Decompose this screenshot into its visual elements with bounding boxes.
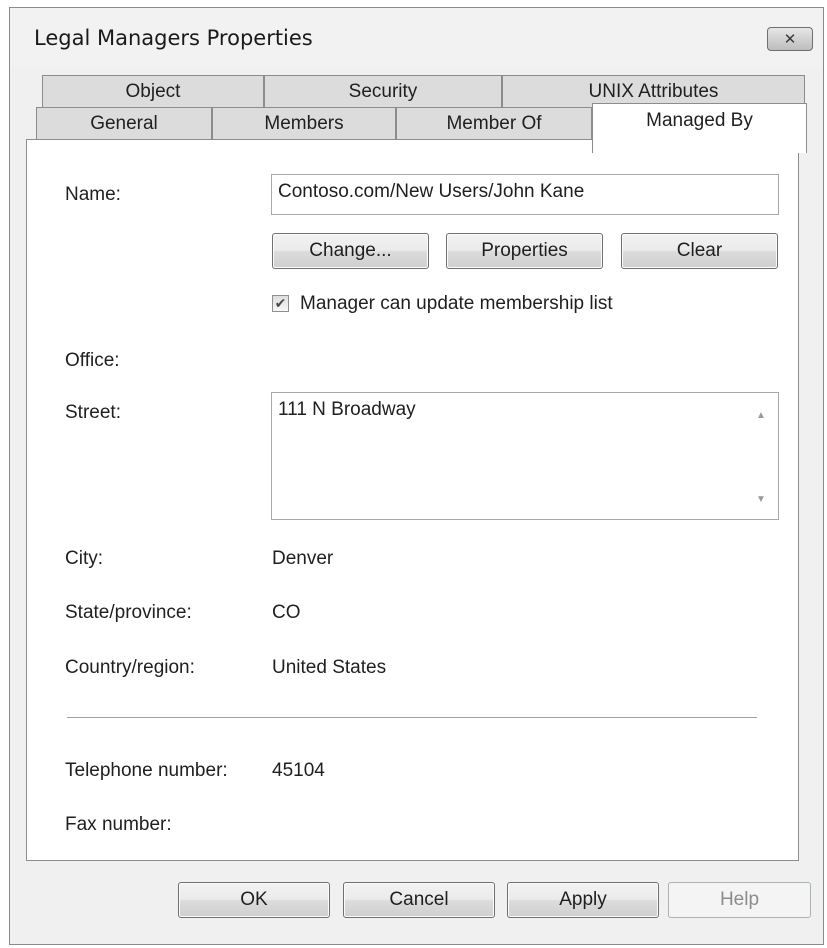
managed-by-panel: Name: Contoso.com/New Users/John Kane Ch…	[26, 139, 799, 861]
scroll-down-icon[interactable]: ▼	[756, 495, 766, 505]
window-title: Legal Managers Properties	[34, 26, 313, 50]
ok-button-label: OK	[240, 889, 268, 910]
scroll-up-icon[interactable]: ▲	[756, 411, 766, 421]
city-value: Denver	[272, 548, 334, 569]
clear-button-label: Clear	[676, 240, 723, 261]
city-label: City:	[65, 548, 103, 569]
checkmark-icon: ✔	[274, 295, 287, 312]
help-button-label: Help	[719, 889, 760, 910]
title-bar[interactable]: Legal Managers Properties ✕	[10, 8, 823, 68]
apply-button[interactable]: Apply	[507, 882, 659, 918]
name-label: Name:	[65, 184, 121, 205]
tab-general-label: General	[90, 113, 158, 134]
tab-security-label: Security	[348, 80, 418, 102]
state-label: State/province:	[65, 602, 192, 623]
properties-button[interactable]: Properties	[446, 233, 603, 269]
office-label: Office:	[65, 350, 120, 371]
manager-update-checkbox[interactable]: ✔	[272, 295, 289, 312]
street-label: Street:	[65, 402, 121, 423]
tab-unix-attributes-label: UNIX Attributes	[588, 80, 719, 102]
tab-security[interactable]: Security	[264, 75, 502, 107]
country-label: Country/region:	[65, 657, 195, 678]
tab-managed-by[interactable]: Managed By	[592, 103, 807, 153]
close-button[interactable]: ✕	[767, 27, 813, 51]
fax-label: Fax number:	[65, 814, 172, 835]
change-button-label: Change...	[309, 240, 392, 261]
tab-members-label: Members	[264, 113, 344, 134]
section-divider	[67, 717, 757, 718]
tab-member-of-label: Member Of	[446, 113, 542, 134]
clear-button[interactable]: Clear	[621, 233, 778, 269]
ok-button[interactable]: OK	[178, 882, 330, 918]
help-button[interactable]: Help	[668, 882, 811, 918]
state-value: CO	[272, 602, 301, 623]
name-field[interactable]: Contoso.com/New Users/John Kane	[271, 174, 779, 215]
tab-members[interactable]: Members	[212, 107, 396, 140]
telephone-value: 45104	[272, 760, 325, 781]
street-value: 111 N Broadway	[278, 399, 416, 420]
tab-object-label: Object	[125, 80, 181, 102]
change-button[interactable]: Change...	[272, 233, 429, 269]
street-field[interactable]: 111 N Broadway ▲ ▼	[271, 392, 779, 520]
cancel-button-label: Cancel	[389, 889, 449, 910]
tab-general[interactable]: General	[36, 107, 212, 140]
tab-managed-by-label: Managed By	[646, 110, 753, 131]
properties-button-label: Properties	[481, 240, 568, 261]
telephone-label: Telephone number:	[65, 760, 228, 781]
country-value: United States	[272, 657, 387, 678]
manager-update-label: Manager can update membership list	[300, 293, 613, 314]
tab-object[interactable]: Object	[42, 75, 264, 107]
tab-member-of[interactable]: Member Of	[396, 107, 592, 140]
close-icon: ✕	[783, 29, 797, 48]
apply-button-label: Apply	[559, 889, 607, 910]
cancel-button[interactable]: Cancel	[343, 882, 495, 918]
